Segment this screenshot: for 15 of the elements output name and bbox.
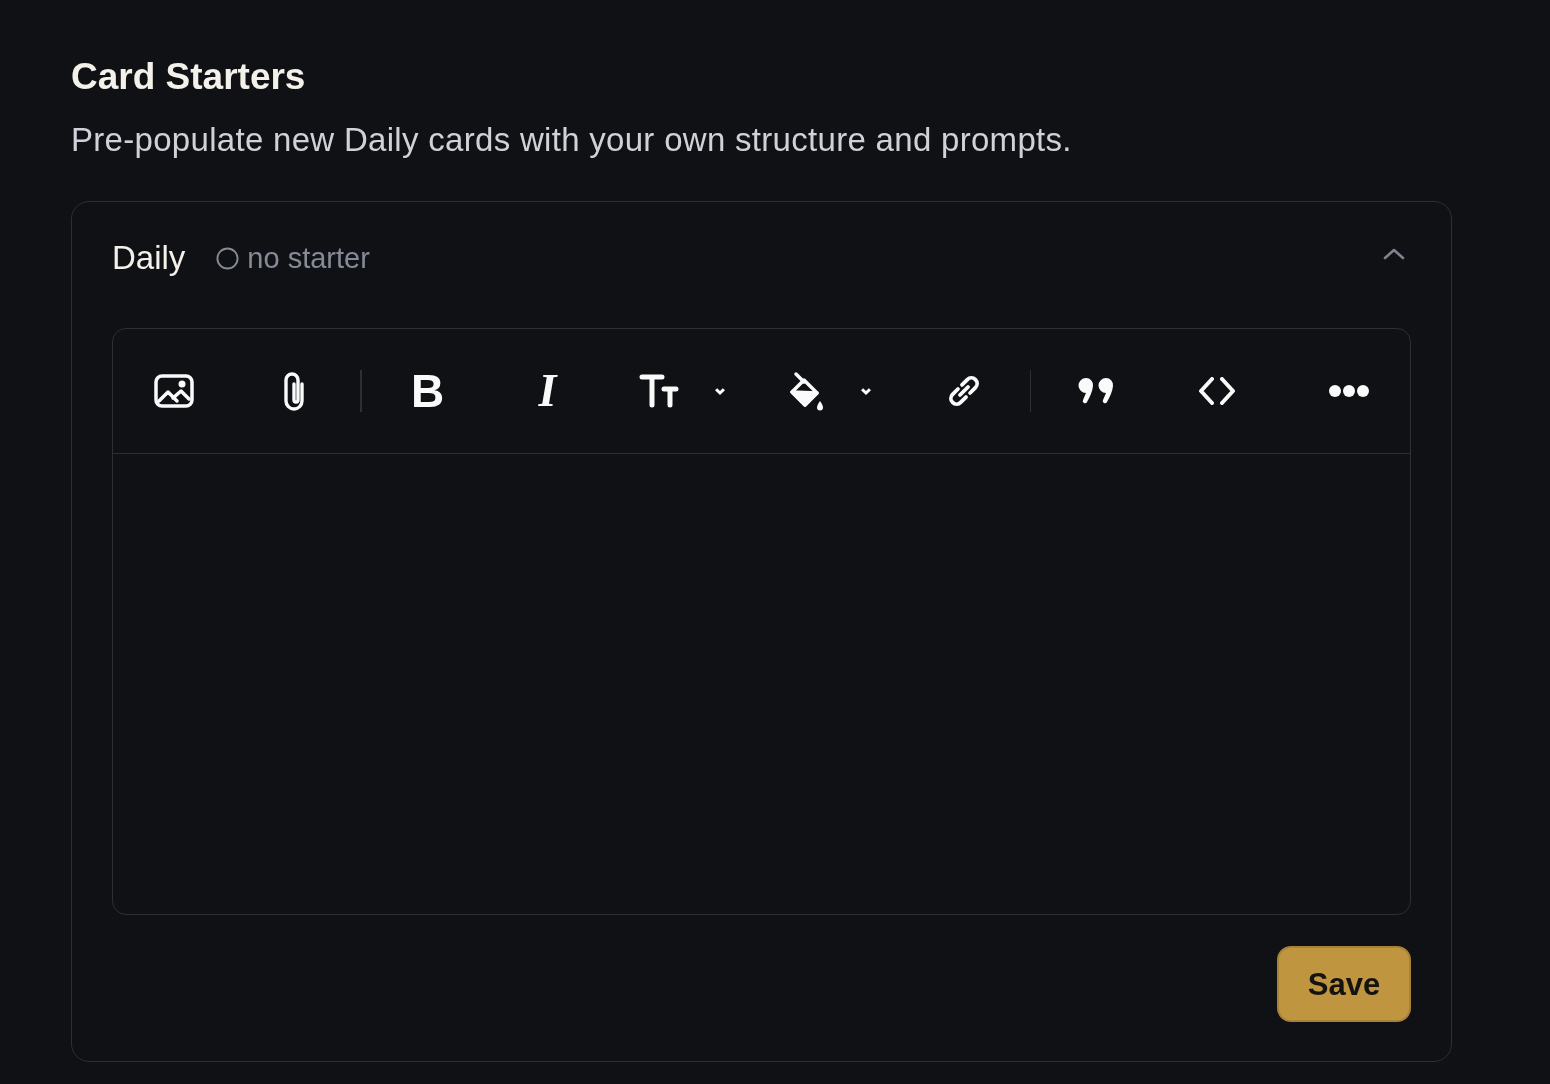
save-button[interactable]: Save [1277, 946, 1411, 1022]
text-editor[interactable]: B I [112, 328, 1411, 915]
status-label: no starter [247, 241, 370, 276]
text-size-icon [638, 373, 679, 409]
section-description: Pre-populate new Daily cards with your own structure and prompts. [71, 120, 1073, 160]
code-icon [1198, 377, 1236, 405]
card-title: Daily [112, 238, 186, 278]
image-icon [154, 374, 194, 408]
quote-icon [1078, 377, 1116, 405]
italic-button[interactable]: I [487, 361, 608, 421]
chevron-up-icon [1383, 248, 1405, 260]
status-ring-icon [216, 246, 240, 270]
bold-button[interactable]: B [367, 361, 488, 421]
section-title: Card Starters [71, 55, 307, 99]
ellipsis-icon [1328, 383, 1370, 399]
